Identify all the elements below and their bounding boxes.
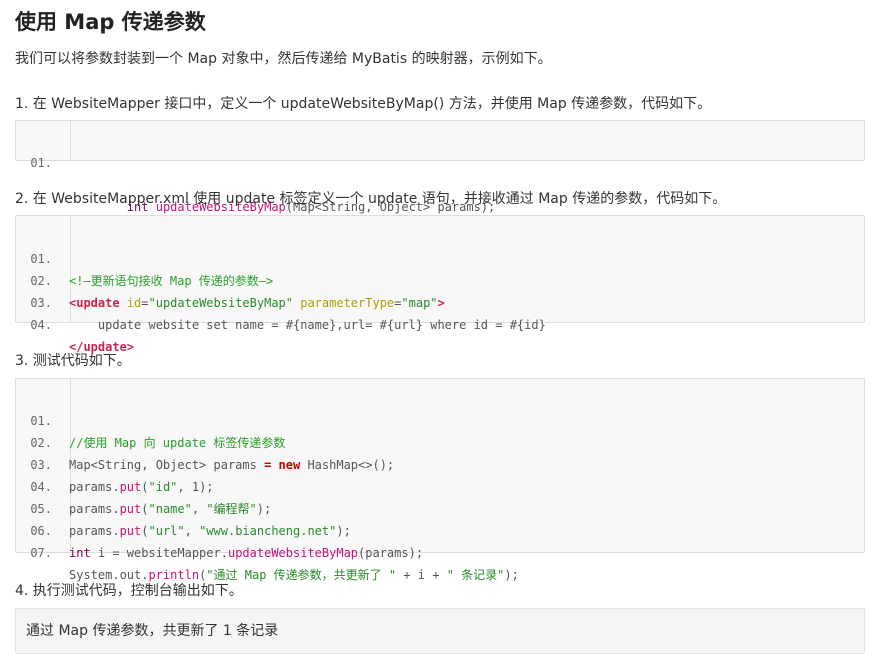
sql-statement: update website set name = #{name},url= #…	[69, 318, 546, 332]
step-2-text: 2. 在 WebsiteMapper.xml 使用 update 标签定义一个 …	[15, 191, 727, 207]
code-line: 04. params.put("name", "编程帮");	[16, 454, 271, 516]
method-name: put	[119, 524, 142, 538]
string-literal: "编程帮"	[206, 502, 257, 516]
method-name: put	[119, 480, 142, 494]
method-name: updateWebsiteByMap	[227, 546, 359, 560]
line-number: 01.	[30, 156, 52, 170]
code-line: 01. //使用 Map 向 update 标签传递参数	[16, 388, 285, 450]
method-name: println	[148, 568, 200, 582]
xml-tag: <update	[69, 296, 120, 310]
keyword: int	[69, 546, 91, 560]
code-block-3: 01. //使用 Map 向 update 标签传递参数 02. Map<Str…	[15, 378, 865, 582]
code-line: 01. int updateWebsiteByMap(Map<String, O…	[16, 130, 495, 214]
string-literal: "url"	[148, 524, 185, 538]
code-line: 03. params.put("id", 1);	[16, 432, 213, 494]
code-line: 03. update website set name = #{name},ur…	[16, 270, 546, 332]
string-literal: "name"	[148, 502, 192, 516]
article: 使用 Map 传递参数 我们可以将参数封装到一个 Map 对象中，然后传递给 M…	[0, 0, 875, 661]
xml-attribute: id	[126, 296, 142, 310]
code-line: 07. System.out.println("通过 Map 传递参数，共更新了…	[16, 520, 519, 582]
code-line: 01. <!—更新语句接收 Map 传递的参数—>	[16, 226, 273, 288]
code-line: 04. </update>	[16, 292, 134, 354]
code-block-1: 01. int updateWebsiteByMap(Map<String, O…	[15, 120, 865, 214]
step-1-text: 1. 在 WebsiteMapper 接口中，定义一个 updateWebsit…	[15, 96, 712, 112]
code-line: 06. int i = websiteMapper.updateWebsiteB…	[16, 498, 423, 560]
xml-value: "map"	[401, 296, 438, 310]
string-literal: "www.biancheng.net"	[199, 524, 337, 538]
page-title: 使用 Map 传递参数	[15, 10, 206, 34]
intro-paragraph: 我们可以将参数封装到一个 Map 对象中，然后传递给 MyBatis 的映射器，…	[15, 51, 552, 67]
keyword: new	[278, 458, 301, 472]
xml-comment: <!—更新语句接收 Map 传递的参数—>	[69, 274, 274, 288]
code-line: 02. <update id="updateWebsiteByMap" para…	[16, 248, 444, 310]
method-name: put	[119, 502, 142, 516]
code-line: 02. Map<String, Object> params = new Has…	[16, 410, 394, 472]
console-output: 通过 Map 传递参数，共更新了 1 条记录	[15, 608, 865, 654]
string-literal: "通过 Map 传递参数，共更新了 "	[206, 568, 397, 582]
line-number: 04.	[30, 318, 52, 332]
xml-attribute: parameterType	[300, 296, 395, 310]
step-4-text: 4. 执行测试代码，控制台输出如下。	[15, 583, 243, 599]
line-number: 07.	[30, 546, 52, 560]
string-literal: " 条记录"	[446, 568, 505, 582]
xml-value: "updateWebsiteByMap"	[148, 296, 294, 310]
code-block-2: 01. <!—更新语句接收 Map 传递的参数—> 02. <update id…	[15, 215, 865, 354]
string-literal: "id"	[148, 480, 178, 494]
code-comment: //使用 Map 向 update 标签传递参数	[69, 436, 286, 450]
code-line: 05. params.put("url", "www.biancheng.net…	[16, 476, 351, 538]
step-3-text: 3. 测试代码如下。	[15, 353, 131, 369]
